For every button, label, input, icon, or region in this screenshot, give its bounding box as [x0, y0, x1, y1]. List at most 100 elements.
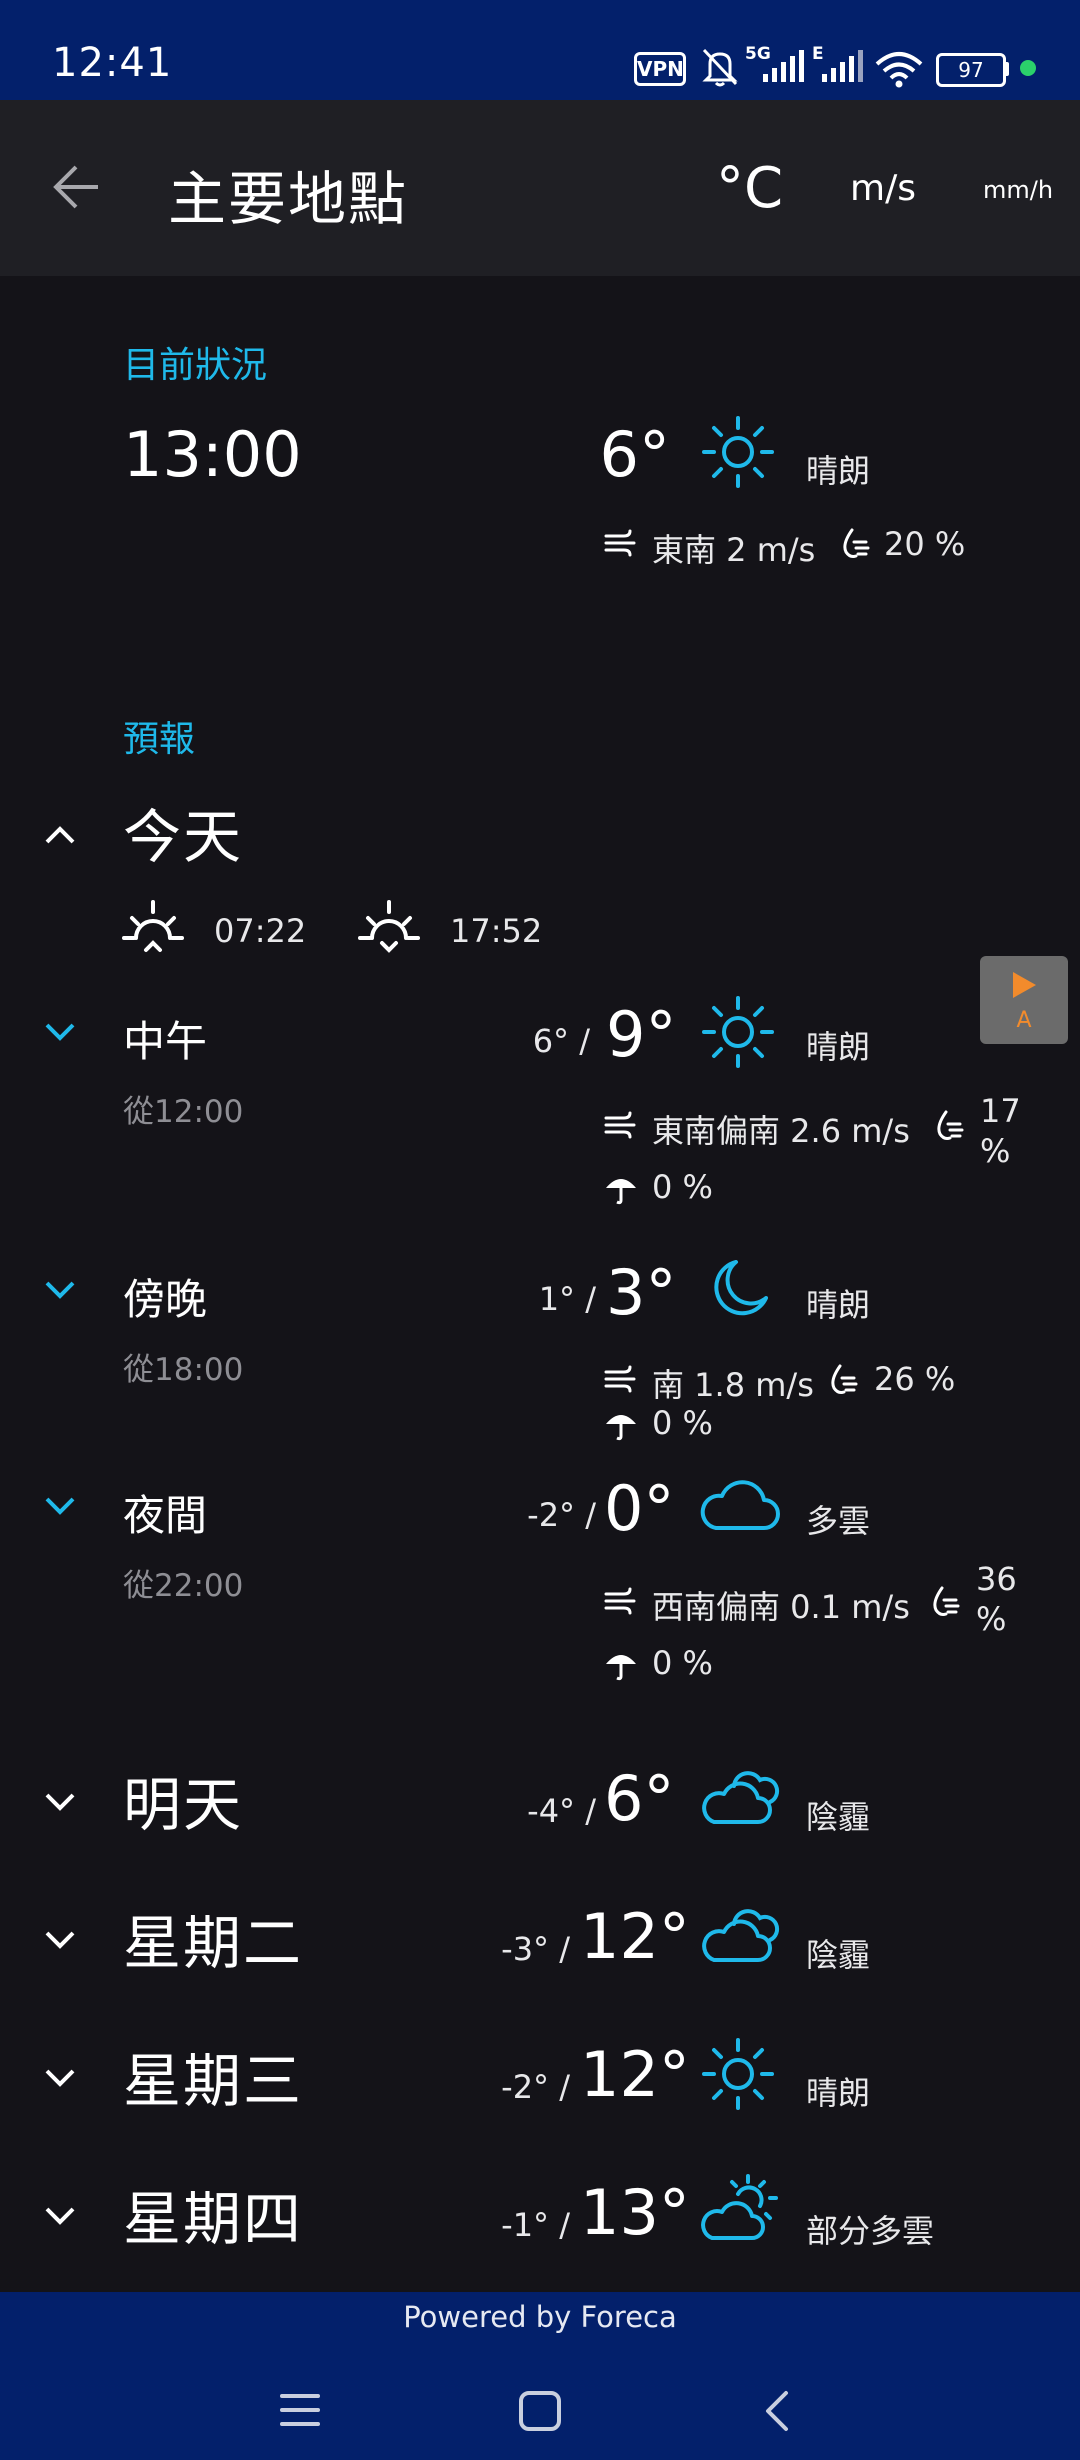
- period-from: 從22:00: [123, 1568, 244, 1604]
- period-noon[interactable]: 中午 從12:00 6° / 9° 晴朗 東南偏南 2.6 m/s 17 % 0…: [0, 990, 1080, 1220]
- battery-tip: [1004, 62, 1009, 76]
- period-high: 0°: [604, 1472, 675, 1545]
- chevron-down-icon: [45, 2069, 75, 2087]
- day-condition: 陰霾: [806, 1936, 871, 1974]
- sun-icon: [702, 416, 774, 488]
- wind-icon: [604, 1365, 636, 1393]
- humidity-icon: [937, 1110, 964, 1140]
- app-bar: 主要地點 °C m/s mm/h: [0, 100, 1080, 276]
- humidity-icon: [933, 1586, 960, 1616]
- dot-icon: [1020, 60, 1036, 76]
- period-humidity-value: 17: [980, 1092, 1021, 1130]
- period-from: 從12:00: [123, 1094, 244, 1130]
- day-condition: 陰霾: [806, 1798, 871, 1836]
- back-icon[interactable]: [762, 2390, 792, 2432]
- chevron-down-icon: [45, 1497, 75, 1515]
- mute-bell-icon: [702, 48, 738, 87]
- period-precip: 0 %: [652, 1404, 713, 1442]
- sun-icon: [702, 996, 774, 1068]
- sunset-icon: [358, 900, 420, 953]
- wind-icon: [604, 1111, 636, 1139]
- current-section-label: 目前狀況: [123, 345, 268, 386]
- battery-level: 97: [958, 58, 984, 82]
- period-condition: 晴朗: [806, 1028, 871, 1066]
- navigation-bar: Powered by Foreca: [0, 2292, 1080, 2460]
- period-wind: 西南偏南 0.1 m/s: [652, 1588, 910, 1626]
- wind-icon: [604, 529, 636, 557]
- menu-icon[interactable]: [280, 2392, 320, 2428]
- period-precip: 0 %: [652, 1168, 713, 1206]
- powered-by-label: Powered by Foreca: [403, 2300, 677, 2334]
- day-low: -1° /: [501, 2206, 570, 2244]
- period-condition: 多雲: [806, 1502, 871, 1540]
- period-low: 1° /: [538, 1280, 596, 1318]
- day-high: 13°: [580, 2176, 690, 2249]
- period-from: 從18:00: [123, 1352, 244, 1388]
- period-humidity: 26 %: [874, 1360, 956, 1398]
- clouds-icon: [702, 1909, 780, 1962]
- signal-5g-icon: 5G: [745, 44, 807, 84]
- back-arrow-icon[interactable]: [50, 160, 104, 214]
- period-wind: 東南偏南 2.6 m/s: [652, 1112, 910, 1150]
- battery-icon: 97: [936, 53, 1006, 87]
- vpn-label: VPN: [637, 57, 684, 81]
- forecast-section-label: 預報: [123, 719, 196, 760]
- period-night[interactable]: 夜間 從22:00 -2° / 0° 多雲 西南偏南 0.1 m/s 36 % …: [0, 1466, 1080, 1696]
- day-row-wednesday[interactable]: 星期三 -2° / 12° 晴朗: [0, 2022, 1080, 2132]
- unit-temp-button[interactable]: °C: [716, 156, 783, 221]
- period-high: 9°: [606, 998, 677, 1071]
- chevron-down-icon: [45, 1023, 75, 1041]
- home-icon[interactable]: [518, 2390, 562, 2432]
- current-condition: 晴朗: [806, 452, 871, 490]
- chevron-up-icon[interactable]: [42, 816, 78, 852]
- day-name: 星期二: [123, 1909, 304, 1977]
- vpn-icon: VPN: [634, 52, 686, 86]
- day-condition: 部分多雲: [806, 2212, 935, 2250]
- period-name: 中午: [123, 1017, 208, 1066]
- period-low: 6° /: [532, 1022, 590, 1060]
- page-title: 主要地點: [168, 165, 409, 233]
- period-name: 傍晚: [123, 1275, 208, 1324]
- wifi-icon: [875, 52, 923, 88]
- period-humidity-unit: %: [980, 1132, 1011, 1170]
- current-temp: 6°: [599, 418, 670, 491]
- humidity-icon: [843, 528, 870, 558]
- status-bar: 12:41 VPN 5G E 97: [0, 0, 1080, 100]
- wind-icon: [604, 1587, 636, 1615]
- day-row-thursday[interactable]: 星期四 -1° / 13° 部分多雲: [0, 2160, 1080, 2270]
- sunset-time: 17:52: [450, 912, 543, 950]
- umbrella-icon: [606, 1655, 636, 1681]
- chevron-down-icon: [45, 2207, 75, 2225]
- chevron-down-icon: [45, 1793, 75, 1811]
- day-low: -4° /: [527, 1792, 596, 1830]
- day-low: -2° /: [501, 2068, 570, 2106]
- day-row-tuesday[interactable]: 星期二 -3° / 12° 陰霾: [0, 1884, 1080, 1994]
- current-time: 13:00: [123, 418, 302, 491]
- current-wind: 東南 2 m/s: [652, 531, 816, 569]
- sunrise-icon: [122, 900, 184, 952]
- chevron-down-icon: [45, 1931, 75, 1949]
- day-low: -3° /: [501, 1930, 570, 1968]
- period-name: 夜間: [123, 1491, 208, 1540]
- today-title[interactable]: 今天: [123, 790, 243, 874]
- day-name: 星期四: [123, 2185, 304, 2253]
- day-condition: 晴朗: [806, 2074, 871, 2112]
- day-high: 12°: [580, 1900, 690, 1973]
- day-name: 明天: [123, 1771, 244, 1839]
- sun-icon: [702, 2038, 774, 2110]
- signal-e-icon: E: [812, 44, 864, 84]
- period-condition: 晴朗: [806, 1286, 871, 1324]
- period-humidity-value: 36: [976, 1560, 1017, 1598]
- period-evening[interactable]: 傍晚 從18:00 1° / 3° 晴朗 南 1.8 m/s 26 % 0 %: [0, 1250, 1080, 1442]
- cloud-icon: [700, 1480, 780, 1530]
- unit-rain-button[interactable]: mm/h: [983, 176, 1053, 204]
- umbrella-icon: [606, 1415, 636, 1441]
- unit-wind-button[interactable]: m/s: [850, 168, 916, 209]
- humidity-icon: [831, 1364, 858, 1394]
- day-row-tomorrow[interactable]: 明天 -4° / 6° 陰霾: [0, 1746, 1080, 1856]
- period-low: -2° /: [527, 1496, 596, 1534]
- status-time: 12:41: [52, 40, 173, 86]
- chevron-down-icon: [45, 1281, 75, 1299]
- day-high: 12°: [580, 2038, 690, 2111]
- sunrise-time: 07:22: [214, 912, 307, 950]
